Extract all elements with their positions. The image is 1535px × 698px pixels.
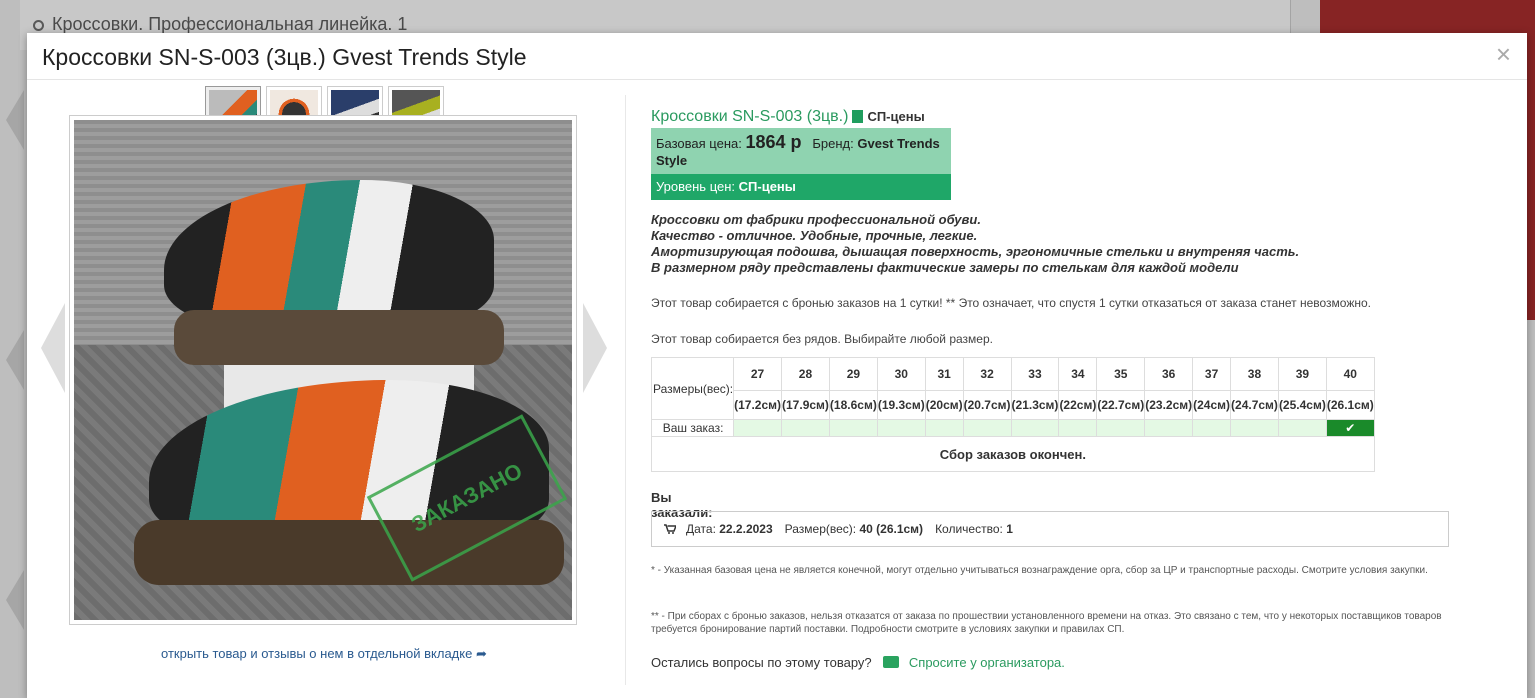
divider <box>625 95 626 685</box>
open-link-text: открыть товар и отзывы о нем в отдельной… <box>161 646 473 661</box>
size-measure: (17.9см) <box>781 390 830 420</box>
previous-image-button[interactable] <box>41 303 65 393</box>
order-size: 40 (26.1см) <box>859 522 924 536</box>
rows-note: Этот товар собирается без рядов. Выбирай… <box>651 332 993 346</box>
checkmark-icon: ✔ <box>1345 421 1356 435</box>
order-size-label: Размер(вес): <box>784 522 857 536</box>
ask-organizer-link[interactable]: Спросите у организатора. <box>909 655 1065 670</box>
product-name: Кроссовки SN-S-003 (3цв.) <box>651 108 849 125</box>
size-measure: (20см) <box>924 390 964 420</box>
size-header: 33 <box>1010 357 1060 391</box>
brand-label: Бренд: <box>812 136 854 151</box>
footnote-reservation: ** - При сборах с бронью заказов, нельзя… <box>651 611 1442 635</box>
size-measure: (23.2см) <box>1144 390 1194 420</box>
product-modal: Кроссовки SN-S-003 (3цв.) Gvest Trends S… <box>27 33 1527 698</box>
order-date-label: Дата: <box>686 522 716 536</box>
reservation-note: Этот товар собирается с бронью заказов н… <box>651 296 1372 310</box>
size-header: 34 <box>1058 357 1098 391</box>
base-price: 1864 р <box>745 132 802 152</box>
product-name-row: Кроссовки SN-S-003 (3цв.) СП-цены <box>651 108 925 126</box>
order-cell[interactable] <box>924 419 964 437</box>
order-cell[interactable] <box>1058 419 1098 437</box>
collection-closed: Сбор заказов окончен. <box>651 436 1375 472</box>
price-box: Базовая цена: 1864 р Бренд: Gvest Trends… <box>651 128 951 200</box>
size-header: 28 <box>781 357 830 391</box>
description-line: Качество - отличное. Удобные, прочные, л… <box>651 228 978 243</box>
order-qty-label: Количество: <box>935 522 1003 536</box>
order-cell[interactable] <box>733 419 783 437</box>
shoe-upper <box>164 180 494 330</box>
order-cell[interactable] <box>1192 419 1232 437</box>
size-header: 32 <box>962 357 1012 391</box>
description-line: В размерном ряду представлены фактически… <box>651 260 1239 275</box>
size-header: 38 <box>1230 357 1279 391</box>
size-measure: (24.7см) <box>1230 390 1279 420</box>
size-header: 27 <box>733 357 783 391</box>
size-measure: (24см) <box>1192 390 1232 420</box>
size-header: 35 <box>1096 357 1146 391</box>
order-cell[interactable] <box>1010 419 1060 437</box>
price-level-row: Уровень цен: СП-цены <box>651 174 951 200</box>
cart-icon <box>664 524 676 534</box>
order-cell[interactable] <box>828 419 878 437</box>
order-cell[interactable] <box>876 419 926 437</box>
base-price-label: Базовая цена: <box>656 136 742 151</box>
size-measure: (26.1см) <box>1325 390 1375 420</box>
sizes-row-label: Размеры(вес): <box>650 357 735 420</box>
order-cell[interactable] <box>962 419 1012 437</box>
size-measure: (25.4см) <box>1277 390 1327 420</box>
size-measure: (17.2см) <box>733 390 783 420</box>
size-header: 37 <box>1192 357 1232 391</box>
size-measure: (21.3см) <box>1010 390 1060 420</box>
size-header: 30 <box>876 357 926 391</box>
open-in-new-tab-link[interactable]: открыть товар и отзывы о нем в отдельной… <box>161 646 487 662</box>
mail-icon <box>883 656 900 668</box>
product-photo[interactable]: ЗАКАЗАНО <box>69 115 577 625</box>
next-image-button[interactable] <box>583 303 607 393</box>
order-cell-selected[interactable]: ✔ <box>1325 419 1375 437</box>
size-table: Размеры(вес): 27 28 29 30 31 32 33 34 35… <box>650 357 1375 472</box>
size-header: 40 <box>1325 357 1375 391</box>
order-cell[interactable] <box>1144 419 1194 437</box>
size-header: 36 <box>1144 357 1194 391</box>
size-header: 31 <box>924 357 964 391</box>
order-summary: Дата: 22.2.2023 Размер(вес): 40 (26.1см)… <box>651 511 1449 547</box>
description-line: Кроссовки от фабрики профессиональной об… <box>651 212 981 227</box>
share-arrow-icon: ➦ <box>475 646 487 661</box>
size-measure: (19.3см) <box>876 390 926 420</box>
product-image: ЗАКАЗАНО <box>74 120 572 620</box>
order-row-label: Ваш заказ: <box>650 419 735 437</box>
size-measure: (20.7см) <box>962 390 1012 420</box>
question-row: Остались вопросы по этому товару? Спроси… <box>651 655 1065 670</box>
order-qty: 1 <box>1006 522 1013 536</box>
price-level-label: Уровень цен: <box>656 179 736 194</box>
order-cell[interactable] <box>1277 419 1327 437</box>
order-cell[interactable] <box>1096 419 1146 437</box>
size-measure: (22.7см) <box>1096 390 1146 420</box>
size-measure: (18.6см) <box>828 390 878 420</box>
order-cell[interactable] <box>781 419 830 437</box>
modal-header: Кроссовки SN-S-003 (3цв.) Gvest Trends S… <box>27 33 1527 80</box>
footnote-price: * - Указанная базовая цена не является к… <box>651 565 1428 576</box>
order-cell[interactable] <box>1230 419 1279 437</box>
question-text: Остались вопросы по этому товару? <box>651 655 872 670</box>
size-header: 29 <box>828 357 878 391</box>
close-button[interactable]: × <box>1496 41 1511 67</box>
price-level-value: СП-цены <box>738 179 796 194</box>
price-row: Базовая цена: 1864 р Бренд: Gvest Trends… <box>651 128 951 174</box>
size-measure: (22см) <box>1058 390 1098 420</box>
shoe-sole <box>174 310 504 365</box>
description-line: Амортизирующая подошва, дышащая поверхно… <box>651 244 1300 259</box>
sp-label: СП-цены <box>867 109 925 124</box>
modal-title: Кроссовки SN-S-003 (3цв.) Gvest Trends S… <box>42 44 527 70</box>
product-description: Кроссовки от фабрики профессиональной об… <box>651 212 1299 276</box>
size-header: 39 <box>1277 357 1327 391</box>
order-date: 22.2.2023 <box>719 522 773 536</box>
sp-square-icon <box>852 110 864 123</box>
